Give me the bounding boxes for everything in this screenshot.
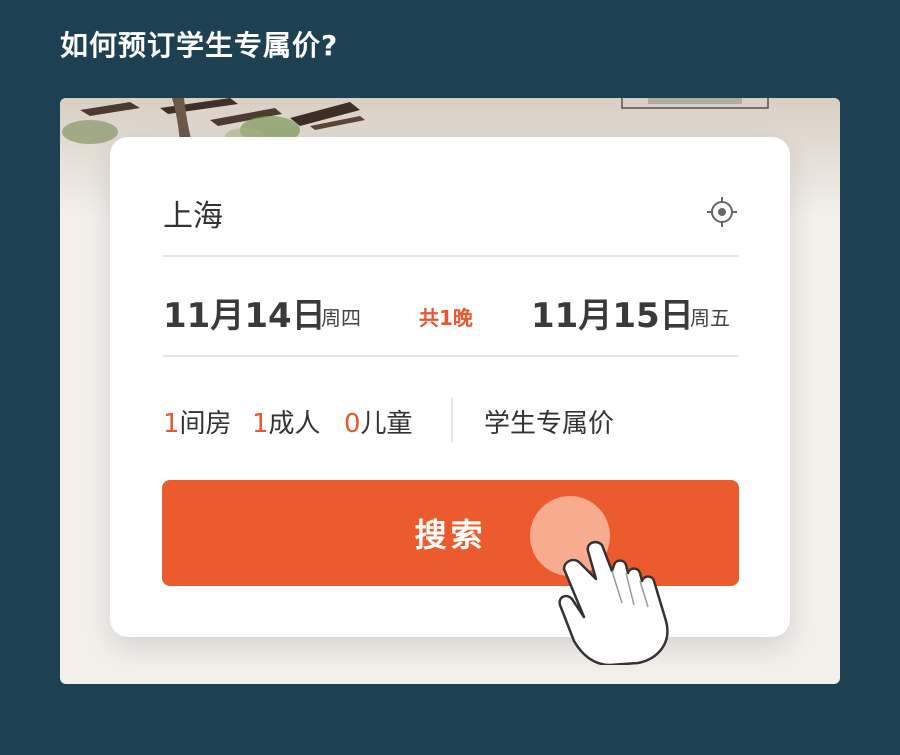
city-row[interactable]: 上海: [163, 177, 739, 257]
check-out-date[interactable]: 11月15日: [531, 288, 694, 337]
check-out-weekday: 周五: [690, 306, 730, 330]
adults-count: 1: [252, 409, 269, 439]
divider: [451, 397, 453, 443]
children-selector[interactable]: 0儿童: [344, 403, 413, 440]
city-name[interactable]: 上海: [163, 191, 223, 235]
children-count: 0: [344, 409, 361, 439]
guests-row: 1间房 1成人 0儿童 学生专属价: [163, 355, 739, 479]
nights-count: 共1晚: [419, 306, 473, 330]
booking-card: 上海 11月14日 周四 共1晚 11月15日 周五 1间房 1成人 0儿童 学…: [110, 137, 790, 665]
pointing-hand-icon: [558, 540, 669, 665]
adults-label: 成人: [268, 409, 321, 439]
check-in-date[interactable]: 11月14日: [163, 288, 326, 337]
adults-selector[interactable]: 1成人: [252, 403, 321, 440]
rooms-selector[interactable]: 1间房: [163, 403, 232, 440]
rooms-count: 1: [163, 409, 180, 439]
page-title: 如何预订学生专属价?: [60, 29, 339, 62]
check-in-weekday: 周四: [321, 306, 361, 330]
crosshair-icon[interactable]: [705, 195, 739, 229]
children-label: 儿童: [360, 409, 413, 439]
student-price-option[interactable]: 学生专属价: [484, 403, 614, 440]
date-row: 11月14日 周四 共1晚 11月15日 周五: [163, 255, 739, 357]
rooms-label: 间房: [179, 409, 232, 439]
